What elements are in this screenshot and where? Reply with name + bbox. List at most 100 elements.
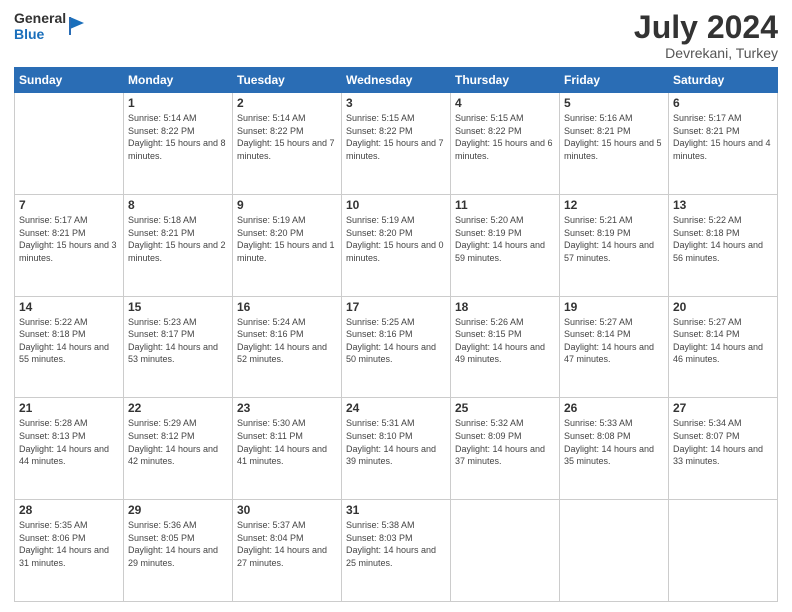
table-row: 23 Sunrise: 5:30 AMSunset: 8:11 PMDayligh… (233, 398, 342, 500)
table-row: 16 Sunrise: 5:24 AMSunset: 8:16 PMDayligh… (233, 296, 342, 398)
calendar-week-row: 1 Sunrise: 5:14 AMSunset: 8:22 PMDaylight… (15, 93, 778, 195)
header: General Blue July 2024 Devrekani, Turkey (14, 10, 778, 61)
day-number: 30 (237, 503, 337, 517)
day-number: 3 (346, 96, 446, 110)
table-row: 17Sunrise: 5:25 AMSunset: 8:16 PMDayligh… (342, 296, 451, 398)
day-number: 6 (673, 96, 773, 110)
day-info: Sunrise: 5:15 AMSunset: 8:22 PMDaylight:… (346, 112, 446, 162)
day-number: 19 (564, 300, 664, 314)
day-number: 10 (346, 198, 446, 212)
day-info: Sunrise: 5:14 AMSunset: 8:22 PMDaylight:… (237, 112, 337, 162)
table-row: 21 Sunrise: 5:28 AMSunset: 8:13 PMDayligh… (15, 398, 124, 500)
day-number: 28 (19, 503, 119, 517)
table-row: 4 Sunrise: 5:15 AMSunset: 8:22 PMDaylight… (451, 93, 560, 195)
day-info: Sunrise: 5:34 AMSunset: 8:07 PMDaylight:… (673, 417, 773, 467)
day-number: 23 (237, 401, 337, 415)
table-row: 18Sunrise: 5:26 AMSunset: 8:15 PMDayligh… (451, 296, 560, 398)
day-number: 14 (19, 300, 119, 314)
table-row: 27Sunrise: 5:34 AMSunset: 8:07 PMDayligh… (669, 398, 778, 500)
day-number: 21 (19, 401, 119, 415)
table-row: 5Sunrise: 5:16 AMSunset: 8:21 PMDaylight… (560, 93, 669, 195)
day-info: Sunrise: 5:24 AMSunset: 8:16 PMDaylight:… (237, 316, 337, 366)
day-number: 1 (128, 96, 228, 110)
day-info: Sunrise: 5:18 AMSunset: 8:21 PMDaylight:… (128, 214, 228, 264)
table-row (15, 93, 124, 195)
col-wednesday: Wednesday (342, 68, 451, 93)
day-info: Sunrise: 5:19 AMSunset: 8:20 PMDaylight:… (346, 214, 446, 264)
day-info: Sunrise: 5:15 AMSunset: 8:22 PMDaylight:… (455, 112, 555, 162)
table-row: 31Sunrise: 5:38 AMSunset: 8:03 PMDayligh… (342, 500, 451, 602)
table-row: 30 Sunrise: 5:37 AMSunset: 8:04 PMDayligh… (233, 500, 342, 602)
day-number: 7 (19, 198, 119, 212)
table-row: 14 Sunrise: 5:22 AMSunset: 8:18 PMDayligh… (15, 296, 124, 398)
day-info: Sunrise: 5:27 AMSunset: 8:14 PMDaylight:… (673, 316, 773, 366)
title-block: July 2024 Devrekani, Turkey (634, 10, 778, 61)
day-number: 15 (128, 300, 228, 314)
day-info: Sunrise: 5:28 AMSunset: 8:13 PMDaylight:… (19, 417, 119, 467)
day-number: 12 (564, 198, 664, 212)
day-info: Sunrise: 5:17 AMSunset: 8:21 PMDaylight:… (19, 214, 119, 264)
day-info: Sunrise: 5:32 AMSunset: 8:09 PMDaylight:… (455, 417, 555, 467)
day-number: 16 (237, 300, 337, 314)
col-sunday: Sunday (15, 68, 124, 93)
calendar-week-row: 7 Sunrise: 5:17 AMSunset: 8:21 PMDaylight… (15, 194, 778, 296)
day-info: Sunrise: 5:20 AMSunset: 8:19 PMDaylight:… (455, 214, 555, 264)
table-row: 9 Sunrise: 5:19 AMSunset: 8:20 PMDaylight… (233, 194, 342, 296)
day-info: Sunrise: 5:30 AMSunset: 8:11 PMDaylight:… (237, 417, 337, 467)
logo-blue: Blue (14, 26, 66, 42)
col-thursday: Thursday (451, 68, 560, 93)
table-row: 3 Sunrise: 5:15 AMSunset: 8:22 PMDaylight… (342, 93, 451, 195)
logo-flag-icon (68, 15, 86, 37)
day-number: 25 (455, 401, 555, 415)
table-row: 12 Sunrise: 5:21 AMSunset: 8:19 PMDayligh… (560, 194, 669, 296)
page: General Blue July 2024 Devrekani, Turkey… (0, 0, 792, 612)
day-info: Sunrise: 5:17 AMSunset: 8:21 PMDaylight:… (673, 112, 773, 162)
day-number: 9 (237, 198, 337, 212)
day-info: Sunrise: 5:16 AMSunset: 8:21 PMDaylight:… (564, 112, 664, 162)
table-row: 7 Sunrise: 5:17 AMSunset: 8:21 PMDaylight… (15, 194, 124, 296)
day-number: 2 (237, 96, 337, 110)
day-info: Sunrise: 5:21 AMSunset: 8:19 PMDaylight:… (564, 214, 664, 264)
day-info: Sunrise: 5:31 AMSunset: 8:10 PMDaylight:… (346, 417, 446, 467)
day-number: 13 (673, 198, 773, 212)
day-number: 8 (128, 198, 228, 212)
day-number: 17 (346, 300, 446, 314)
day-info: Sunrise: 5:22 AMSunset: 8:18 PMDaylight:… (19, 316, 119, 366)
day-info: Sunrise: 5:19 AMSunset: 8:20 PMDaylight:… (237, 214, 337, 264)
logo-general: General (14, 10, 66, 26)
table-row: 6 Sunrise: 5:17 AMSunset: 8:21 PMDaylight… (669, 93, 778, 195)
logo: General Blue (14, 10, 86, 42)
calendar-table: Sunday Monday Tuesday Wednesday Thursday… (14, 67, 778, 602)
table-row: 20 Sunrise: 5:27 AMSunset: 8:14 PMDayligh… (669, 296, 778, 398)
day-number: 26 (564, 401, 664, 415)
day-number: 4 (455, 96, 555, 110)
table-row: 29Sunrise: 5:36 AMSunset: 8:05 PMDayligh… (124, 500, 233, 602)
day-info: Sunrise: 5:37 AMSunset: 8:04 PMDaylight:… (237, 519, 337, 569)
table-row: 13 Sunrise: 5:22 AMSunset: 8:18 PMDayligh… (669, 194, 778, 296)
table-row: 11Sunrise: 5:20 AMSunset: 8:19 PMDayligh… (451, 194, 560, 296)
table-row (560, 500, 669, 602)
table-row: 19 Sunrise: 5:27 AMSunset: 8:14 PMDayligh… (560, 296, 669, 398)
day-info: Sunrise: 5:27 AMSunset: 8:14 PMDaylight:… (564, 316, 664, 366)
calendar-week-row: 21 Sunrise: 5:28 AMSunset: 8:13 PMDayligh… (15, 398, 778, 500)
table-row: 28Sunrise: 5:35 AMSunset: 8:06 PMDayligh… (15, 500, 124, 602)
day-info: Sunrise: 5:22 AMSunset: 8:18 PMDaylight:… (673, 214, 773, 264)
day-info: Sunrise: 5:36 AMSunset: 8:05 PMDaylight:… (128, 519, 228, 569)
table-row: 1Sunrise: 5:14 AMSunset: 8:22 PMDaylight… (124, 93, 233, 195)
table-row: 10 Sunrise: 5:19 AMSunset: 8:20 PMDayligh… (342, 194, 451, 296)
col-tuesday: Tuesday (233, 68, 342, 93)
day-number: 24 (346, 401, 446, 415)
table-row: 8 Sunrise: 5:18 AMSunset: 8:21 PMDaylight… (124, 194, 233, 296)
table-row: 26Sunrise: 5:33 AMSunset: 8:08 PMDayligh… (560, 398, 669, 500)
col-saturday: Saturday (669, 68, 778, 93)
table-row: 24 Sunrise: 5:31 AMSunset: 8:10 PMDayligh… (342, 398, 451, 500)
page-title: July 2024 (634, 10, 778, 45)
col-friday: Friday (560, 68, 669, 93)
table-row (669, 500, 778, 602)
day-info: Sunrise: 5:26 AMSunset: 8:15 PMDaylight:… (455, 316, 555, 366)
calendar-header-row: Sunday Monday Tuesday Wednesday Thursday… (15, 68, 778, 93)
table-row (451, 500, 560, 602)
day-number: 22 (128, 401, 228, 415)
col-monday: Monday (124, 68, 233, 93)
day-number: 20 (673, 300, 773, 314)
